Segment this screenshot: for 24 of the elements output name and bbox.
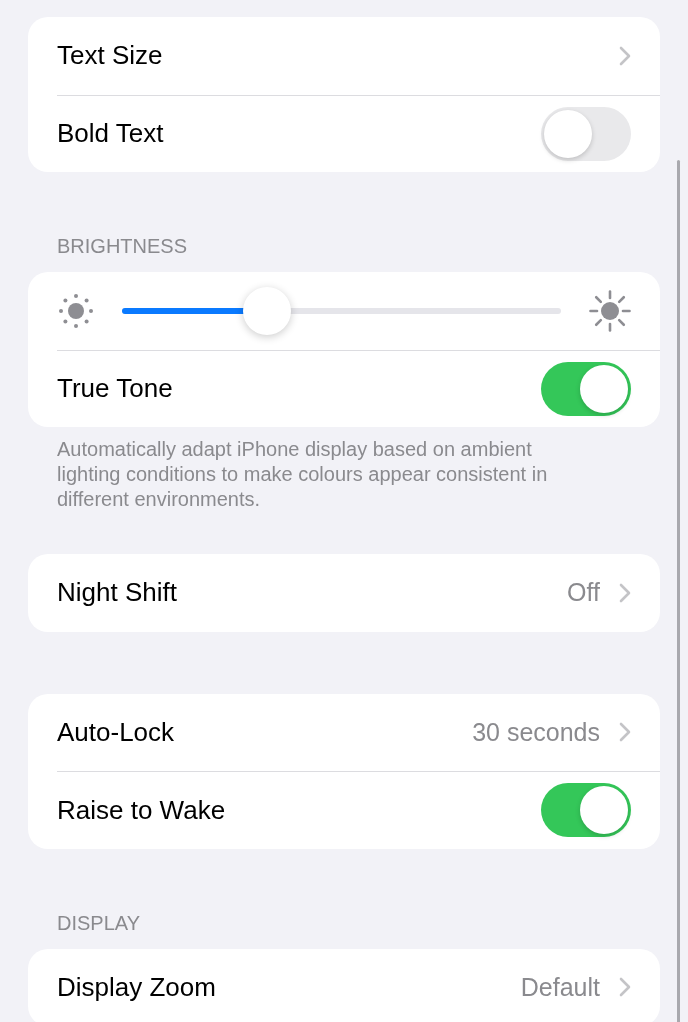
section-header: BRIGHTNESS xyxy=(57,234,188,258)
setting-label: Text Size xyxy=(57,40,163,72)
section-header: DISPLAY xyxy=(57,910,140,935)
setting-value: Default xyxy=(520,972,600,1002)
setting-label: Raise to Wake xyxy=(57,794,226,826)
toggle-switch[interactable] xyxy=(541,783,631,838)
setting-label: Night Shift xyxy=(57,577,177,609)
small-sun-icon xyxy=(57,291,95,330)
setting-label: True Tone xyxy=(57,373,173,405)
setting-value: Off xyxy=(567,578,600,608)
toggle-switch[interactable] xyxy=(541,106,631,161)
chevron-icon xyxy=(619,45,631,66)
chevron-icon xyxy=(619,582,631,603)
brightness-slider[interactable] xyxy=(122,286,561,335)
setting-value: 30 seconds xyxy=(472,717,600,747)
setting-label: Bold Text xyxy=(57,118,164,150)
toggle-switch[interactable] xyxy=(541,361,631,416)
setting-label: Auto-Lock xyxy=(57,716,175,748)
large-sun-icon xyxy=(589,289,631,332)
setting-label: Display Zoom xyxy=(57,971,216,1003)
slider-thumb[interactable] xyxy=(242,286,291,335)
chevron-icon xyxy=(619,977,631,998)
chevron-icon xyxy=(619,722,631,743)
section-footer: Automatically adapt iPhone display based on ambient lighting conditions to make colours appear consistent in different environments. xyxy=(57,437,582,512)
